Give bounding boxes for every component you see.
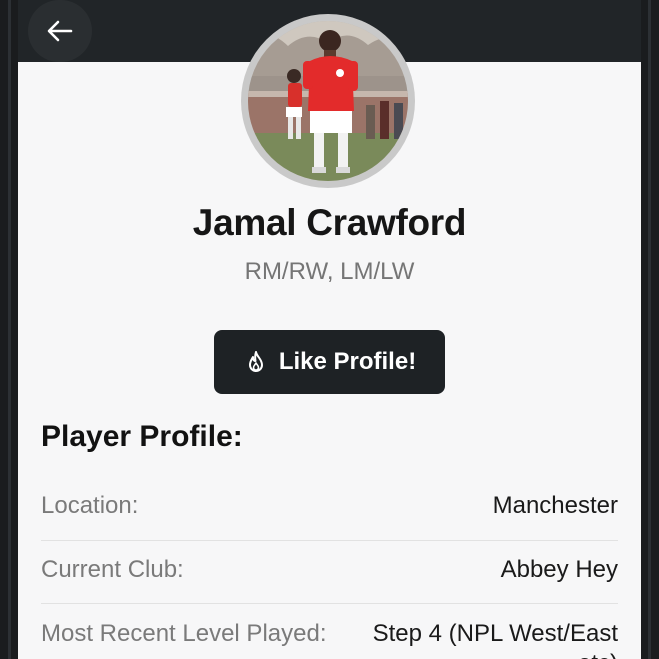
player-positions: RM/RW, LM/LW [244,258,415,285]
device-frame-left [0,0,18,659]
like-profile-label: Like Profile! [278,348,417,375]
like-profile-button[interactable]: Like Profile! [214,330,445,394]
row-value: Step 4 (NPL West/East etc) [372,620,618,659]
row-divider [41,603,618,604]
row-value: Manchester [492,492,618,519]
section-title-player-profile: Player Profile: [41,420,243,453]
profile-row-current-club: Current Club: Abbey Hey [41,556,618,584]
row-value: Abbey Hey [500,556,618,583]
profile-row-most-recent-level: Most Recent Level Played: Step 4 (NPL We… [41,619,618,659]
avatar-ring [241,14,415,188]
row-divider [41,540,618,541]
player-avatar [248,21,408,181]
back-button[interactable] [28,0,92,62]
flame-icon [248,351,263,372]
row-label: Current Club: [41,556,184,583]
player-name: Jamal Crawford [192,202,467,243]
device-frame-right [641,0,659,659]
row-label: Location: [41,492,139,519]
arrow-left-icon [47,20,73,42]
profile-screen: Jamal Crawford RM/RW, LM/LW Like Profile… [18,0,641,659]
profile-row-location: Location: Manchester [41,492,618,520]
row-label: Most Recent Level Played: [41,620,327,647]
